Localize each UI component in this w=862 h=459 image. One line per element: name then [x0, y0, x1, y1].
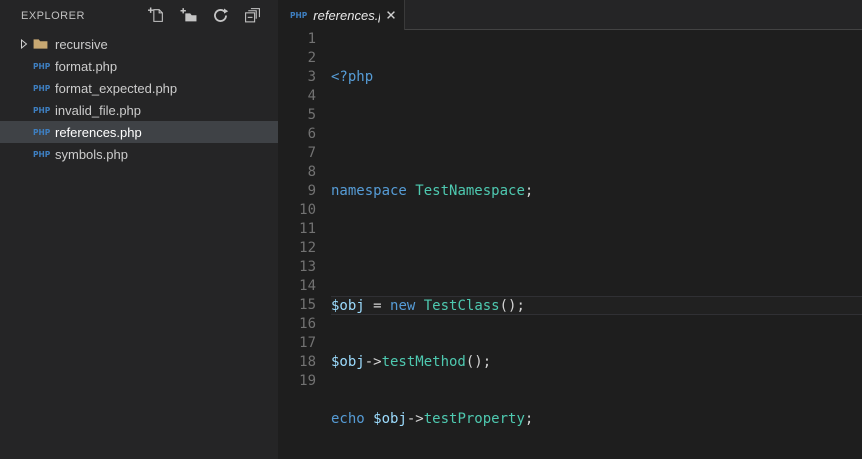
line-number: 18: [299, 354, 316, 370]
line-number: 14: [299, 278, 316, 294]
line-number: 12: [299, 240, 316, 256]
code-token: ();: [499, 298, 525, 314]
tab-bar-empty-space: [405, 0, 862, 30]
new-folder-icon[interactable]: [180, 7, 197, 24]
refresh-icon[interactable]: [212, 7, 229, 24]
line-number: 4: [307, 88, 316, 104]
code-token: $obj: [331, 354, 365, 370]
line-number: 15: [299, 297, 316, 313]
php-file-icon: PHP: [33, 127, 51, 137]
php-file-icon: PHP: [33, 105, 51, 115]
code-area[interactable]: <?php namespace TestNamespace; $obj = ne…: [331, 30, 862, 459]
tree-item-symbols-php[interactable]: PHP symbols.php: [0, 143, 278, 165]
tree-item-invalid-file-php[interactable]: PHP invalid_file.php: [0, 99, 278, 121]
new-file-icon[interactable]: [148, 7, 165, 24]
code-token: =: [364, 298, 391, 314]
explorer-sidebar: EXPLORER recursive PHP format.php PHP fo…: [0, 0, 278, 459]
line-number: 5: [307, 107, 316, 123]
line-number: 6: [307, 126, 316, 142]
code-line[interactable]: [331, 125, 862, 144]
file-tree: recursive PHP format.php PHP format_expe…: [0, 31, 278, 165]
code-token: testMethod: [381, 354, 466, 370]
line-number: 2: [307, 50, 316, 66]
code-token: ->: [406, 411, 424, 427]
line-number: 10: [299, 202, 316, 218]
current-line[interactable]: $obj = new TestClass();: [331, 296, 862, 315]
line-number: 17: [299, 335, 316, 351]
code-token: ;: [524, 183, 534, 199]
explorer-actions: [148, 7, 261, 24]
code-line[interactable]: echo $obj->testProperty;: [331, 410, 862, 429]
code-line[interactable]: <?php: [331, 68, 862, 87]
code-token: ;: [524, 411, 534, 427]
php-file-icon: PHP: [33, 149, 51, 159]
tree-item-references-php[interactable]: PHP references.php: [0, 121, 278, 143]
code-token: new: [390, 298, 416, 314]
vscode-window: EXPLORER recursive PHP format.php PHP fo…: [0, 0, 862, 459]
line-number: 8: [307, 164, 316, 180]
code-token: testProperty: [423, 411, 525, 427]
code-line[interactable]: namespace TestNamespace;: [331, 182, 862, 201]
tree-item-recursive[interactable]: recursive: [0, 33, 278, 55]
code-token: $obj: [331, 298, 365, 314]
code-token: ();: [465, 354, 492, 370]
line-number: 3: [307, 69, 316, 85]
line-number: 13: [299, 259, 316, 275]
tree-item-label: format.php: [55, 58, 118, 74]
line-number: 7: [307, 145, 316, 161]
code-line[interactable]: [331, 239, 862, 258]
tree-item-label: symbols.php: [55, 146, 128, 162]
php-file-icon: PHP: [33, 61, 51, 71]
php-file-icon: PHP: [290, 10, 308, 20]
explorer-title: EXPLORER: [21, 9, 85, 22]
code-editor[interactable]: 1 2 3 4 5 6 7 8 9 10 11 12 13 14 15 16 1…: [278, 30, 862, 459]
code-line[interactable]: $obj->testMethod();: [331, 353, 862, 372]
line-number: 1: [307, 31, 316, 47]
tab-references-php[interactable]: PHP references.php: [278, 0, 405, 30]
tree-item-format-expected-php[interactable]: PHP format_expected.php: [0, 77, 278, 99]
tree-item-label: invalid_file.php: [55, 102, 142, 118]
editor-group: PHP references.php 1 2 3 4 5 6 7 8 9 10 …: [278, 0, 862, 459]
tree-item-label: format_expected.php: [55, 80, 178, 96]
code-token: <?php: [331, 69, 374, 85]
code-token: ->: [364, 354, 382, 370]
code-token: namespace: [331, 183, 407, 199]
code-token: $obj: [373, 411, 407, 427]
tab-label: references.php: [313, 7, 380, 23]
tree-item-format-php[interactable]: PHP format.php: [0, 55, 278, 77]
code-token: TestClass: [423, 298, 500, 314]
tree-item-label: references.php: [55, 124, 142, 140]
line-number: 19: [299, 373, 316, 389]
line-number: 16: [299, 316, 316, 332]
explorer-header: EXPLORER: [0, 0, 278, 31]
tree-item-label: recursive: [55, 36, 108, 52]
tab-bar: PHP references.php: [278, 0, 862, 30]
line-number: 9: [307, 183, 316, 199]
folder-icon: [33, 38, 55, 50]
collapse-all-icon[interactable]: [244, 7, 261, 24]
line-number-gutter: 1 2 3 4 5 6 7 8 9 10 11 12 13 14 15 16 1…: [278, 30, 331, 459]
close-icon[interactable]: [386, 10, 396, 20]
code-token: echo: [331, 411, 365, 427]
chevron-right-icon[interactable]: [20, 39, 33, 49]
php-file-icon: PHP: [33, 83, 51, 93]
code-token: TestNamespace: [415, 183, 525, 199]
line-number: 11: [299, 221, 316, 237]
